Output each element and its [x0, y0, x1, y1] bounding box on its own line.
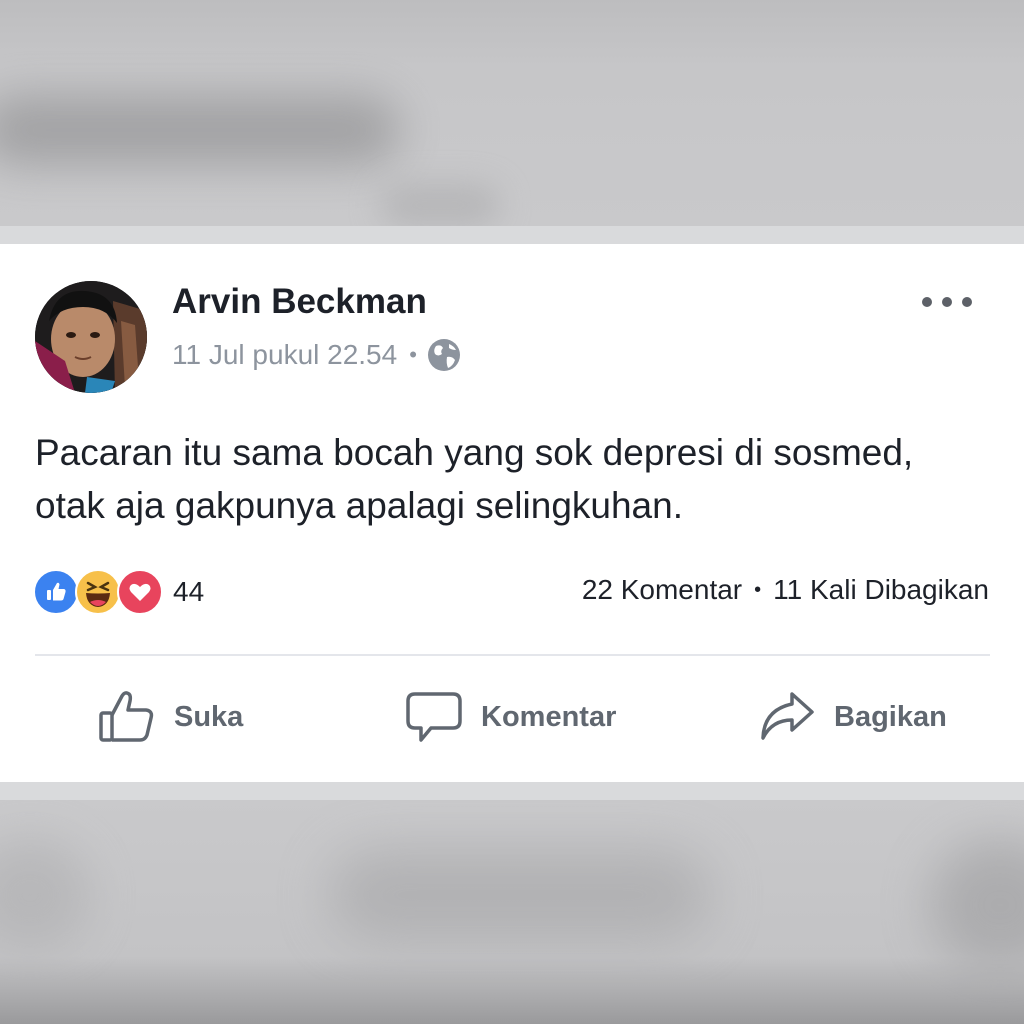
blurred-previous-post [0, 0, 1024, 226]
like-label: Suka [174, 700, 244, 733]
thumbs-up-icon [99, 691, 154, 742]
reactions-summary[interactable]: 44 [33, 567, 204, 617]
reaction-count: 44 [173, 576, 205, 607]
comment-button[interactable]: Komentar [405, 682, 616, 752]
like-button[interactable]: Suka [98, 682, 243, 752]
share-count-link[interactable]: 11 Kali Dibagikan [773, 574, 989, 606]
share-arrow-icon [761, 692, 814, 740]
comment-count-link[interactable]: 22 Komentar [582, 574, 742, 606]
avatar[interactable] [35, 281, 147, 393]
speech-bubble-icon [406, 692, 462, 742]
author-name[interactable]: Arvin Beckman [172, 282, 427, 322]
more-options-icon[interactable] [922, 290, 972, 314]
post-stats: 22 Komentar • 11 Kali Dibagikan [582, 574, 989, 606]
haha-reaction-icon [75, 569, 121, 615]
post-card: Arvin Beckman 11 Jul pukul 22.54 • Pacar… [0, 244, 1024, 782]
stats-separator: • [754, 578, 762, 601]
share-button[interactable]: Bagikan [758, 682, 947, 752]
blurred-next-post [0, 800, 1024, 1024]
feed-separator [0, 226, 1024, 244]
post-text-line: Pacaran itu sama bocah yang sok depresi … [35, 432, 914, 473]
share-label: Bagikan [834, 700, 947, 733]
post-meta: 11 Jul pukul 22.54 • [172, 338, 461, 372]
post-text: Pacaran itu sama bocah yang sok depresi … [35, 426, 995, 532]
like-reaction-icon [33, 569, 79, 615]
comment-label: Komentar [481, 700, 617, 733]
globe-icon [427, 338, 461, 372]
action-divider [35, 654, 990, 656]
feed-separator [0, 782, 1024, 800]
meta-separator: • [409, 342, 417, 367]
post-text-line: otak aja gakpunya apalagi selingkuhan. [35, 485, 683, 526]
post-timestamp[interactable]: 11 Jul pukul 22.54 [172, 339, 397, 371]
love-reaction-icon [117, 569, 163, 615]
